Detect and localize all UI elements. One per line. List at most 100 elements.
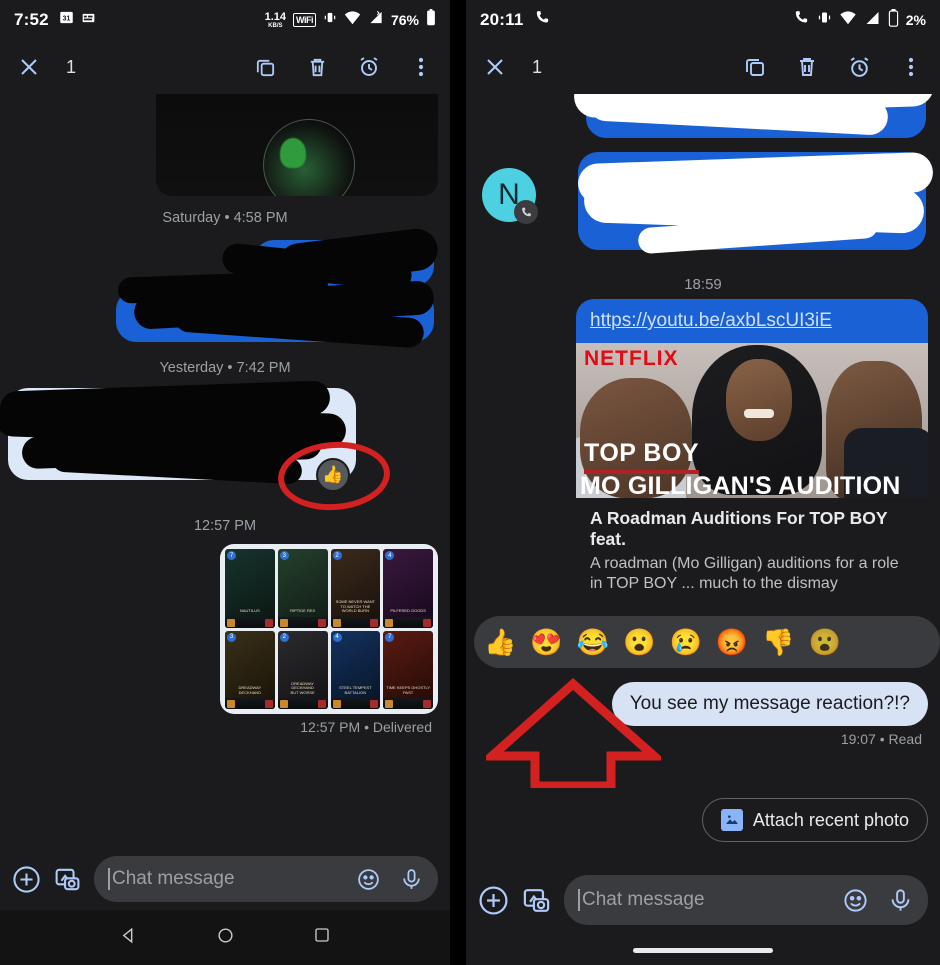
vibrate-icon bbox=[817, 10, 832, 30]
gallery-camera-icon[interactable] bbox=[53, 865, 82, 894]
reaction-surprised-icon[interactable]: 😮 bbox=[623, 629, 655, 655]
game-card: 3 Riptide Rex bbox=[277, 549, 328, 628]
message-row-link-preview[interactable]: https://youtu.be/axbLscUI3iE NETFLIX TOP… bbox=[478, 299, 928, 606]
redacted-incoming-group[interactable]: N bbox=[478, 94, 935, 266]
game-card: 7 Nautilus bbox=[225, 549, 275, 628]
gesture-pill[interactable] bbox=[633, 947, 773, 953]
timestamp-cards-delivered: 12:57 PM • Delivered bbox=[300, 719, 432, 735]
reply-message-group[interactable]: You see my message reaction?!? 19:07 • R… bbox=[478, 677, 928, 791]
selection-toolbar: 1 bbox=[466, 40, 940, 94]
battery-icon bbox=[426, 9, 436, 31]
photo-circle-object bbox=[263, 119, 356, 196]
overflow-menu-icon[interactable] bbox=[408, 54, 434, 80]
reaction-thumbs-up-icon[interactable]: 👍 bbox=[484, 629, 516, 655]
reacted-message-group[interactable]: 👍 bbox=[0, 380, 438, 514]
call-icon bbox=[793, 9, 810, 31]
game-card: 3 Dreadway Deckhand bbox=[225, 630, 275, 709]
wifi-icon bbox=[839, 10, 857, 30]
thumbnail-figure bbox=[744, 409, 774, 418]
reaction-sad-icon[interactable]: 😢 bbox=[670, 629, 702, 655]
gallery-camera-icon[interactable] bbox=[521, 885, 552, 916]
plus-circle-icon[interactable] bbox=[12, 865, 41, 894]
delete-icon[interactable] bbox=[304, 54, 330, 80]
status-bar-clock: 7:52 bbox=[14, 10, 49, 29]
signal-icon bbox=[864, 10, 881, 31]
reaction-laughing-icon[interactable]: 😂 bbox=[577, 629, 609, 655]
video-thumbnail[interactable]: NETFLIX TOP BOY MO GILLIGAN'S AUDITION bbox=[576, 343, 928, 498]
compose-bar[interactable]: Chat message bbox=[466, 865, 940, 935]
emoji-icon[interactable] bbox=[842, 887, 869, 914]
game-card: 2 Dreadway Deckhand but worse bbox=[277, 630, 328, 709]
gesture-navigation-bar[interactable] bbox=[466, 935, 940, 965]
thumbnail-overlay-title: TOP BOY bbox=[584, 439, 700, 467]
reaction-picker[interactable]: 👍 😍 😂 😮 😢 😡 👎 😮 bbox=[474, 616, 940, 668]
compose-bar[interactable]: Chat message bbox=[0, 848, 450, 910]
chat-input-field[interactable]: Chat message bbox=[94, 856, 438, 902]
link-preview-description: A roadman (Mo Gilligan) auditions for a … bbox=[590, 555, 899, 592]
conversation-thread[interactable]: N 18:59 https://youtu.be/axbLscUI3iE NET… bbox=[466, 94, 940, 865]
chat-input-field[interactable]: Chat message bbox=[564, 875, 928, 925]
text-caret bbox=[108, 868, 110, 890]
thumbnail-overlay-subtitle: MO GILLIGAN'S AUDITION bbox=[580, 472, 901, 498]
copy-icon[interactable] bbox=[252, 54, 278, 80]
close-selection-icon[interactable] bbox=[16, 54, 42, 80]
mic-icon[interactable] bbox=[399, 867, 424, 892]
link-preview-card[interactable]: https://youtu.be/axbLscUI3iE NETFLIX TOP… bbox=[576, 299, 928, 606]
home-icon[interactable] bbox=[216, 926, 235, 950]
text-caret bbox=[578, 889, 580, 911]
timestamp-saturday: Saturday • 4:58 PM bbox=[162, 210, 288, 226]
status-bar: 20:11 2% bbox=[466, 0, 940, 40]
left-phone-screenshot: 7:52 31 1.14 KB/S WiFi 76% 1 Saturday • … bbox=[0, 0, 450, 965]
plus-circle-icon[interactable] bbox=[478, 885, 509, 916]
message-row-cards[interactable]: 7 Nautilus 3 Riptide Rex 2 Some never want t… bbox=[12, 544, 438, 714]
suggestion-chip-row[interactable]: Attach recent photo bbox=[478, 798, 928, 842]
status-bar-clock: 20:11 bbox=[480, 10, 524, 29]
side-by-side-screenshots: 7:52 31 1.14 KB/S WiFi 76% 1 Saturday • … bbox=[0, 0, 940, 965]
chat-input-placeholder: Chat message bbox=[112, 868, 235, 889]
copy-icon[interactable] bbox=[742, 54, 768, 80]
attach-recent-photo-button[interactable]: Attach recent photo bbox=[701, 798, 928, 842]
recents-icon[interactable] bbox=[313, 926, 331, 949]
data-rate-indicator: 1.14 KB/S bbox=[264, 10, 287, 29]
game-card: 4 Pilfered Goods bbox=[383, 549, 433, 628]
battery-percent-label: 2% bbox=[905, 12, 926, 28]
back-icon[interactable] bbox=[119, 926, 138, 950]
status-bar: 7:52 31 1.14 KB/S WiFi 76% bbox=[0, 0, 450, 40]
signal-icon bbox=[368, 10, 384, 30]
overflow-menu-icon[interactable] bbox=[898, 54, 924, 80]
navigation-bar[interactable] bbox=[0, 910, 450, 965]
delete-icon[interactable] bbox=[794, 54, 820, 80]
calendar-31-icon: 31 bbox=[59, 10, 74, 30]
call-icon bbox=[534, 9, 551, 31]
reaction-angry-icon[interactable]: 😡 bbox=[716, 629, 748, 655]
message-row-photo[interactable] bbox=[12, 94, 438, 196]
battery-percent-label: 76% bbox=[390, 12, 419, 28]
emoji-icon[interactable] bbox=[356, 867, 381, 892]
timestamp-yesterday: Yesterday • 7:42 PM bbox=[159, 360, 291, 376]
mic-icon[interactable] bbox=[887, 887, 914, 914]
reaction-heart-eyes-icon[interactable]: 😍 bbox=[530, 629, 562, 655]
thumbnail-figure bbox=[726, 359, 792, 441]
timestamp-1859: 18:59 bbox=[684, 276, 722, 293]
conversation-thread[interactable]: Saturday • 4:58 PM Th Yesterday • 7:42 P… bbox=[0, 94, 450, 848]
snooze-alarm-icon[interactable] bbox=[846, 54, 872, 80]
redacted-outgoing-group[interactable]: Th bbox=[12, 226, 440, 349]
card-grid-attachment[interactable]: 7 Nautilus 3 Riptide Rex 2 Some never want t… bbox=[220, 544, 438, 714]
right-phone-screenshot: 20:11 2% 1 N 18:59 https://youtu.be/axbL… bbox=[466, 0, 940, 965]
link-url-text[interactable]: https://youtu.be/axbLscUI3iE bbox=[576, 299, 928, 343]
image-icon bbox=[720, 809, 743, 831]
annotation-red-arrow bbox=[480, 677, 666, 793]
netflix-logo: NETFLIX bbox=[584, 347, 679, 370]
snooze-alarm-icon[interactable] bbox=[356, 54, 382, 80]
avatar[interactable]: N bbox=[482, 168, 538, 224]
chat-input-placeholder: Chat message bbox=[582, 889, 705, 910]
reaction-more-icon[interactable]: 😮 bbox=[809, 629, 841, 655]
reaction-thumbs-down-icon[interactable]: 👎 bbox=[762, 629, 794, 655]
close-selection-icon[interactable] bbox=[482, 54, 508, 80]
battery-icon bbox=[888, 8, 899, 32]
link-preview-title: A Roadman Auditions For TOP BOY feat. bbox=[590, 508, 888, 549]
wifi-calling-icon: WiFi bbox=[293, 13, 316, 27]
attach-recent-photo-label: Attach recent photo bbox=[752, 809, 909, 830]
photo-green-light bbox=[280, 138, 307, 169]
photo-attachment[interactable] bbox=[156, 94, 438, 196]
